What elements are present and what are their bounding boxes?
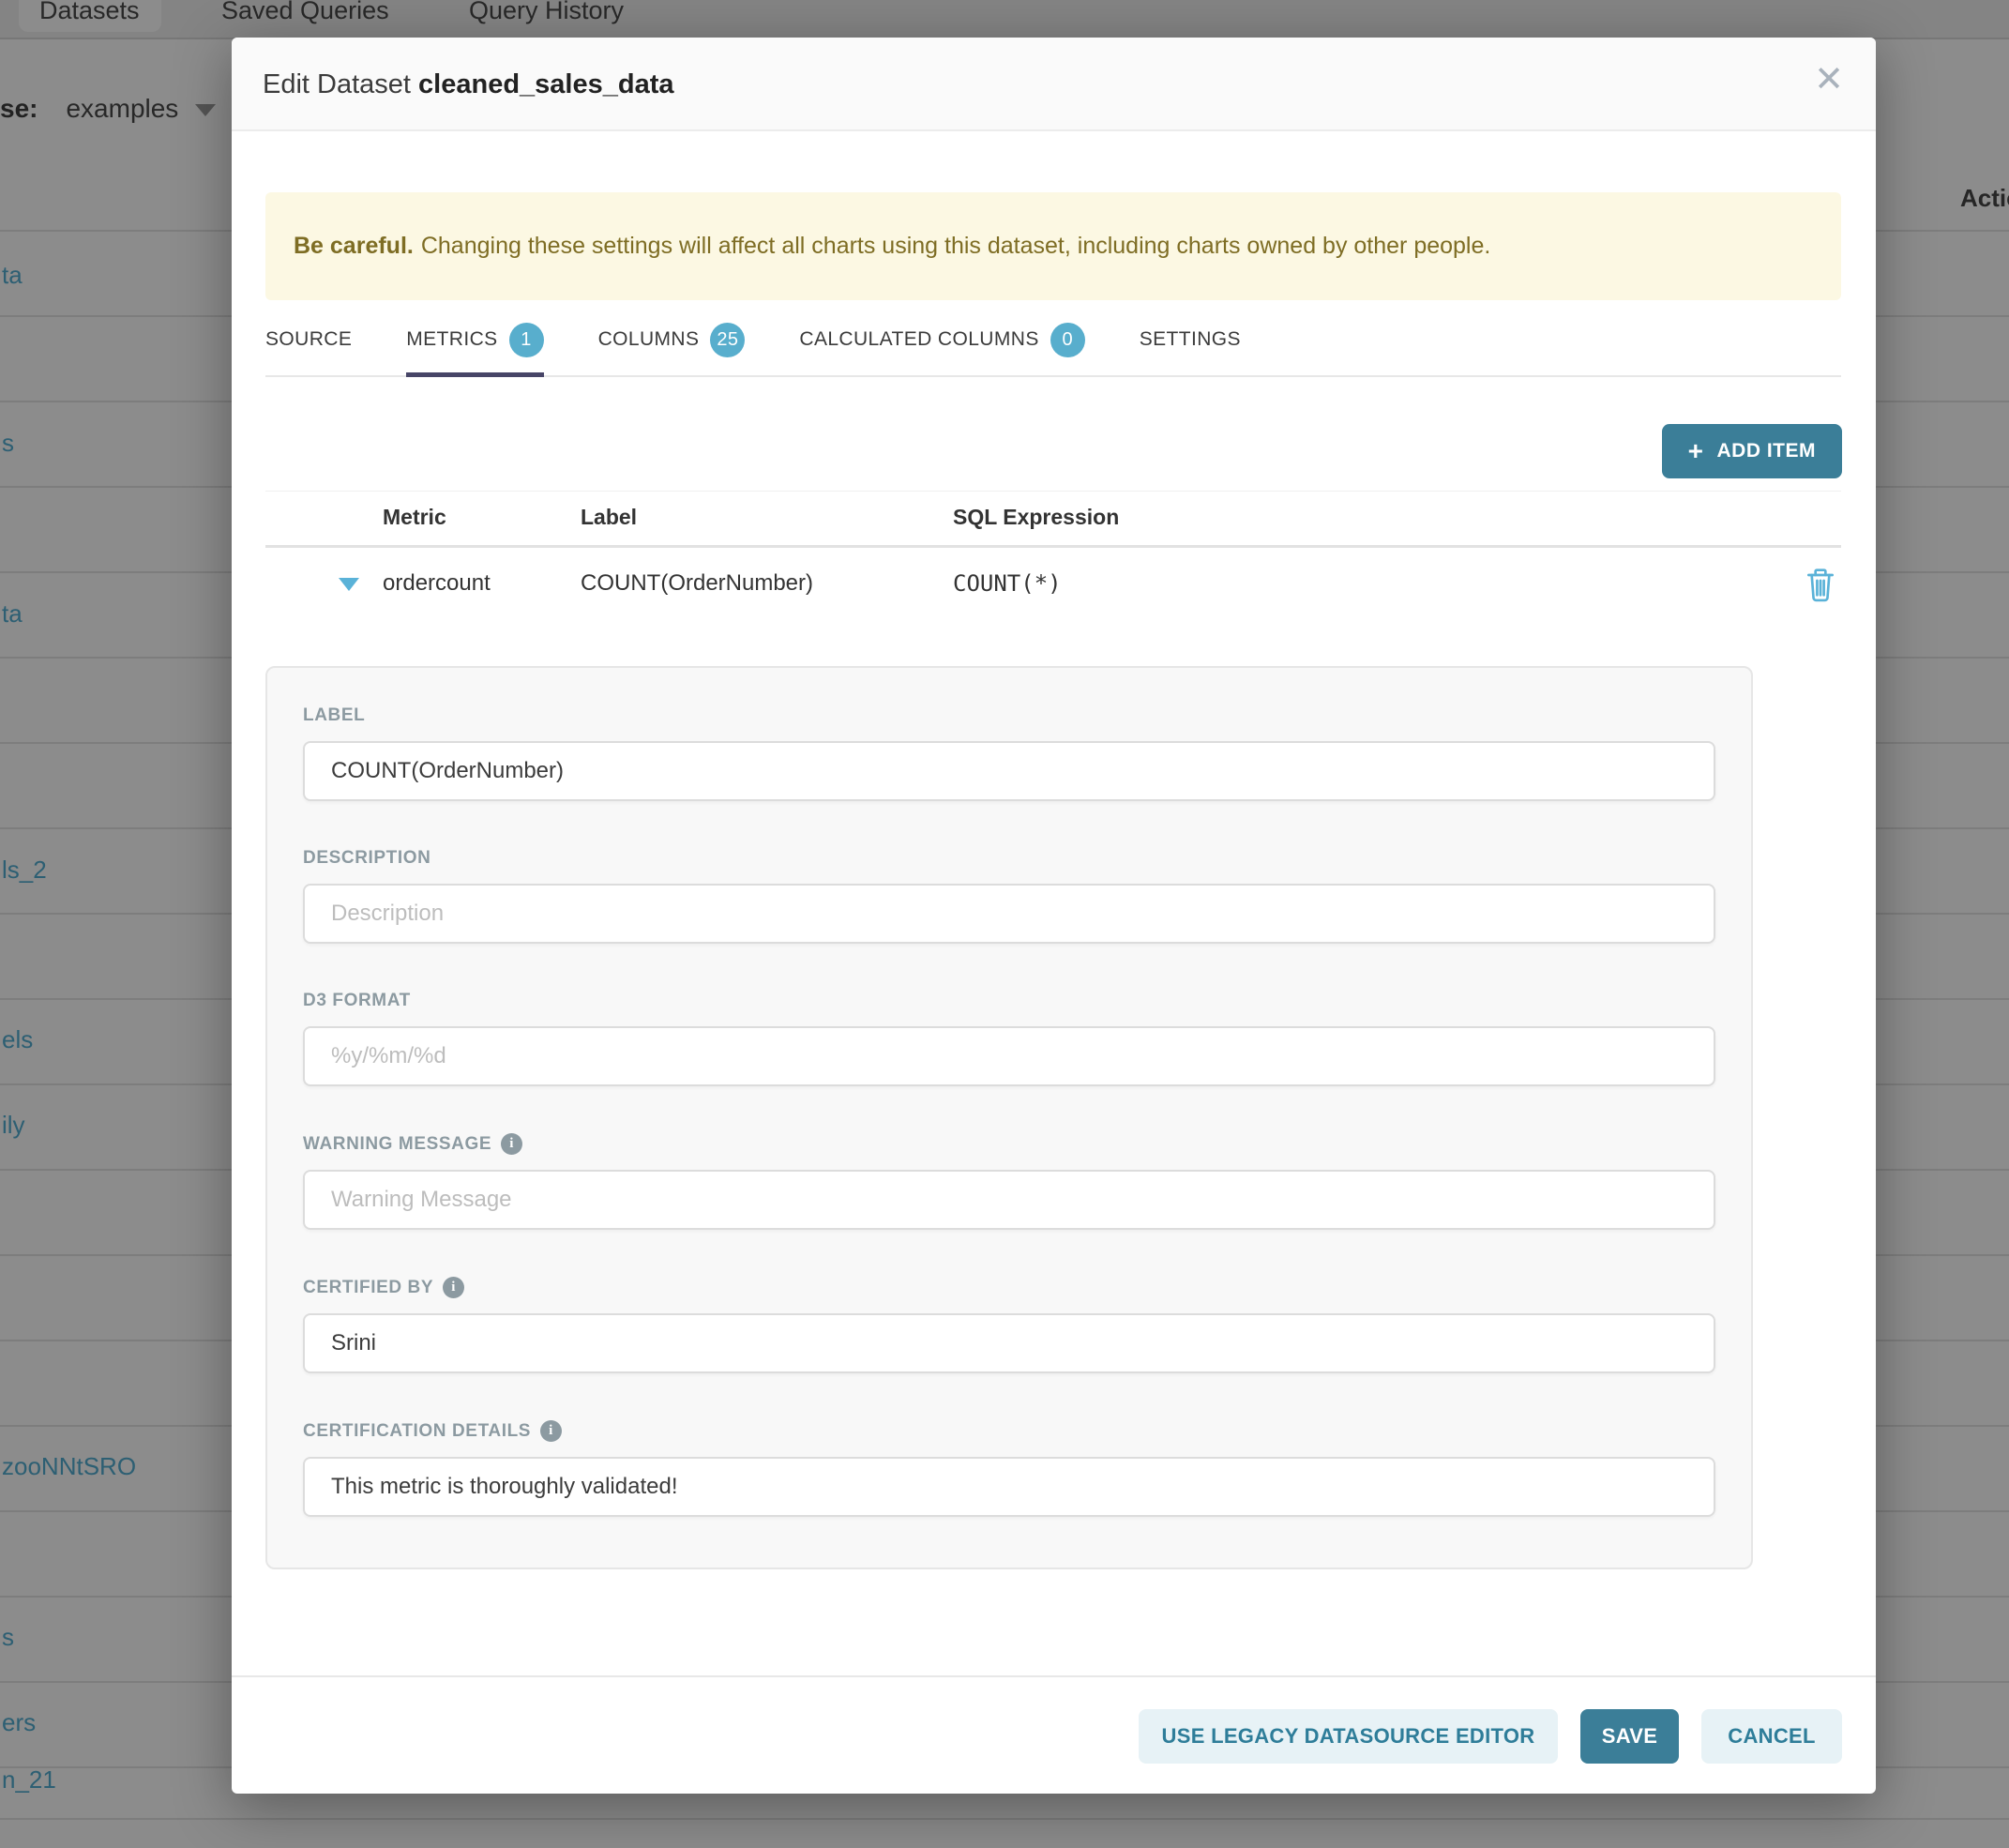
label-field-group: LABEL <box>303 705 1715 801</box>
tab-columns[interactable]: COLUMNS 25 <box>598 310 746 375</box>
save-button[interactable]: SAVE <box>1580 1709 1679 1764</box>
info-icon: i <box>501 1133 522 1155</box>
label-column-header: Label <box>581 505 637 530</box>
certification-details-field-label: CERTIFICATION DETAILS i <box>303 1420 1715 1442</box>
metric-sql-expression: COUNT(*) <box>953 570 1062 597</box>
trash-icon <box>1805 567 1835 602</box>
metrics-count-badge: 1 <box>509 323 544 357</box>
tab-metrics[interactable]: METRICS 1 <box>406 310 543 375</box>
metric-column-header: Metric <box>383 505 446 530</box>
columns-count-badge: 25 <box>710 323 745 357</box>
warning-message-input[interactable] <box>303 1170 1715 1230</box>
edit-dataset-modal: Edit Dataset cleaned_sales_data ✕ Be car… <box>232 38 1876 1794</box>
description-field-label: DESCRIPTION <box>303 848 1715 869</box>
d3-format-input[interactable] <box>303 1026 1715 1086</box>
metrics-table: Metric Label SQL Expression ordercount C… <box>265 491 1841 625</box>
label-field-label: LABEL <box>303 705 1715 726</box>
modal-footer: USE LEGACY DATASOURCE EDITOR SAVE CANCEL <box>232 1675 1876 1794</box>
label-input[interactable] <box>303 741 1715 801</box>
info-icon: i <box>540 1420 562 1442</box>
certification-details-input[interactable] <box>303 1457 1715 1517</box>
add-item-label: ADD ITEM <box>1717 440 1817 462</box>
d3-format-field-label: D3 FORMAT <box>303 991 1715 1011</box>
cancel-button[interactable]: CANCEL <box>1701 1709 1842 1764</box>
collapse-caret-icon[interactable] <box>339 578 359 591</box>
tab-settings[interactable]: SETTINGS <box>1140 310 1241 375</box>
metric-name: ordercount <box>383 570 491 597</box>
warning-message-field-group: WARNING MESSAGE i <box>303 1133 1715 1230</box>
add-item-button[interactable]: + ADD ITEM <box>1662 424 1842 478</box>
delete-metric-button[interactable] <box>1805 567 1835 605</box>
warning-banner: Be careful. Changing these settings will… <box>265 192 1841 300</box>
modal-header: Edit Dataset cleaned_sales_data ✕ <box>232 38 1876 131</box>
metric-detail-panel: LABEL DESCRIPTION D3 FORMAT WARNING MESS… <box>265 666 1753 1569</box>
certified-by-field-group: CERTIFIED BY i <box>303 1277 1715 1373</box>
certification-details-field-group: CERTIFICATION DETAILS i <box>303 1420 1715 1517</box>
dataset-editor-tabs: SOURCE METRICS 1 COLUMNS 25 CALCULATED C… <box>265 310 1841 377</box>
description-field-group: DESCRIPTION <box>303 848 1715 944</box>
sql-expression-column-header: SQL Expression <box>953 505 1119 530</box>
description-input[interactable] <box>303 884 1715 944</box>
plus-icon: + <box>1688 438 1704 464</box>
warning-banner-bold: Be careful. <box>294 233 414 260</box>
metrics-table-header: Metric Label SQL Expression <box>265 492 1841 548</box>
info-icon: i <box>443 1277 464 1298</box>
warning-banner-text: Changing these settings will affect all … <box>421 233 1491 260</box>
modal-title: Edit Dataset cleaned_sales_data <box>263 38 674 131</box>
tab-calculated-columns[interactable]: CALCULATED COLUMNS 0 <box>799 310 1084 375</box>
warning-message-field-label: WARNING MESSAGE i <box>303 1133 1715 1155</box>
tab-source[interactable]: SOURCE <box>265 310 352 375</box>
d3-format-field-group: D3 FORMAT <box>303 991 1715 1086</box>
modal-title-dataset-name: cleaned_sales_data <box>418 69 673 99</box>
metric-label: COUNT(OrderNumber) <box>581 570 813 597</box>
calculated-columns-count-badge: 0 <box>1050 323 1085 357</box>
close-icon[interactable]: ✕ <box>1814 62 1844 98</box>
metric-row-ordercount: ordercount COUNT(OrderNumber) COUNT(*) <box>265 548 1841 625</box>
use-legacy-datasource-editor-button[interactable]: USE LEGACY DATASOURCE EDITOR <box>1139 1709 1558 1764</box>
modal-title-prefix: Edit Dataset <box>263 69 411 99</box>
certified-by-field-label: CERTIFIED BY i <box>303 1277 1715 1298</box>
certified-by-input[interactable] <box>303 1313 1715 1373</box>
